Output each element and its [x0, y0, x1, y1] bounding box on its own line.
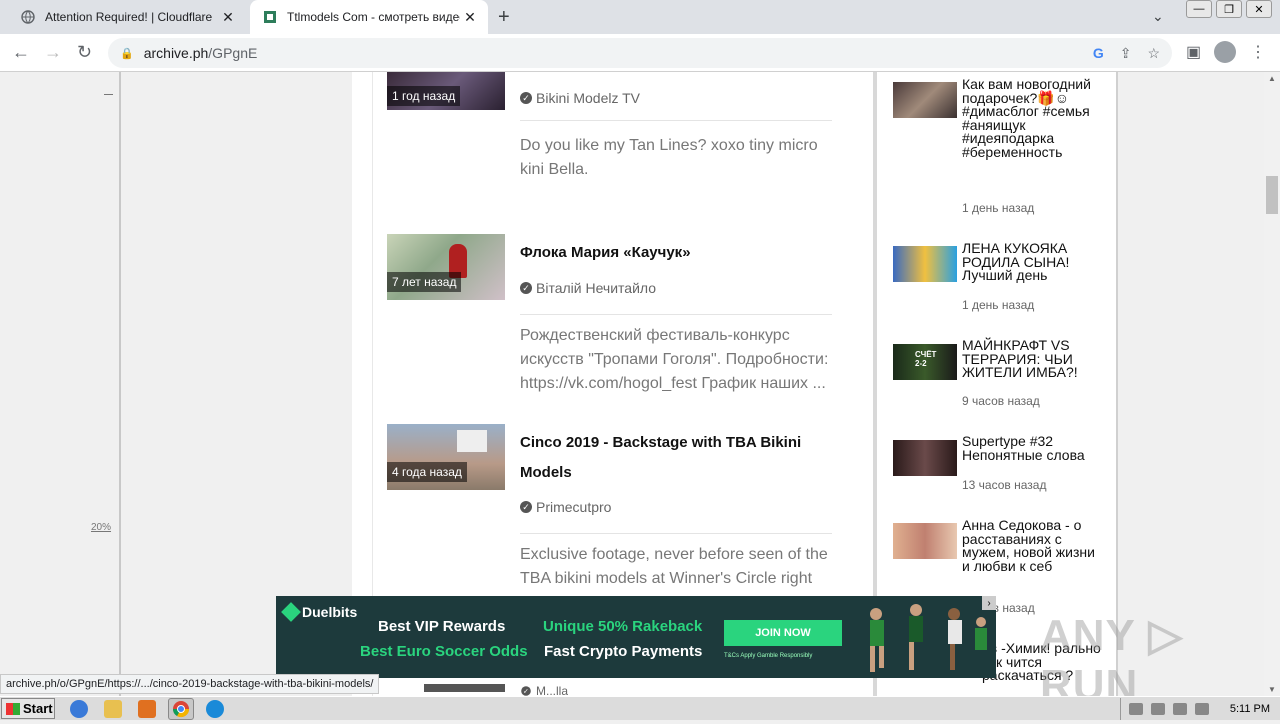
separator — [520, 533, 832, 534]
chevron-down-icon[interactable]: ⌄ — [1152, 8, 1164, 25]
video-thumbnail[interactable] — [424, 684, 505, 692]
volume-icon[interactable] — [1129, 703, 1143, 715]
video-channel[interactable]: ✓ M...lla — [520, 686, 568, 696]
sidebar-video-title[interactable]: Как вам новогодний подарочек?🎁☺ #димасбл… — [962, 77, 1102, 159]
ad-text: Best Euro Soccer Odds — [360, 643, 528, 660]
scrollbar-thumb[interactable] — [1266, 176, 1278, 214]
video-age: 7 лет назад — [387, 272, 462, 292]
windows-taskbar: Start 5:11 PM — [0, 696, 1280, 720]
start-button[interactable]: Start — [1, 698, 55, 719]
close-icon[interactable]: ✕ — [460, 9, 480, 26]
duelbits-logo: Duelbits — [281, 602, 357, 622]
players-illustration — [870, 604, 987, 672]
sidebar-thumbnail[interactable]: СЧЁТ 2-2 — [893, 344, 957, 380]
video-channel[interactable]: ✓ Bikini Modelz TV — [520, 90, 640, 106]
google-icon[interactable]: G — [1093, 45, 1104, 62]
forward-icon[interactable]: → — [44, 42, 62, 63]
verified-icon: ✓ — [520, 92, 532, 104]
network-icon[interactable] — [1151, 703, 1165, 715]
close-icon[interactable]: ✕ — [218, 9, 238, 26]
sidepanel-icon[interactable]: ▣ — [1186, 42, 1201, 62]
tab-cloudflare[interactable]: Attention Required! | Cloudflare ✕ — [8, 0, 246, 34]
menu-icon[interactable]: ⋮ — [1250, 42, 1266, 62]
share-icon[interactable]: ⇪ — [1120, 45, 1132, 62]
archive-percent-link[interactable]: 20% — [91, 522, 111, 533]
sidebar-thumbnail[interactable] — [893, 523, 957, 559]
verified-icon: ✓ — [520, 282, 532, 294]
video-thumbnail[interactable]: 4 года назад — [387, 424, 505, 490]
tab-title: Ttlmodels Com - смотреть видео он — [287, 10, 460, 24]
video-channel[interactable]: ✓ Віталій Нечитайло — [520, 280, 656, 296]
window-controls: — ❐ ✕ — [1186, 0, 1272, 18]
url-path: /GPgnE — [208, 45, 258, 61]
sidebar-video-title[interactable]: Supertype #32 Непонятные слова — [962, 434, 1102, 462]
clock[interactable]: 5:11 PM — [1230, 703, 1270, 715]
new-tab-button[interactable]: + — [498, 6, 510, 29]
ad-text: Unique 50% Rakeback — [543, 618, 703, 635]
ad-text: Best VIP Rewards — [378, 618, 506, 635]
url-host: archive.ph — [143, 45, 209, 61]
video-age: 1 год назад — [387, 86, 461, 106]
video-title[interactable]: Флока Мария «Каучук» — [520, 238, 830, 268]
scroll-up-icon[interactable]: ▲ — [1268, 74, 1276, 83]
separator — [520, 120, 832, 121]
sidebar-thumbnail[interactable] — [893, 246, 957, 282]
ad-fine-print: T&Cs Apply Gamble Responsibly — [724, 653, 813, 659]
sidebar-video-age: 9 часов назад — [962, 394, 1040, 408]
verified-icon: ✓ — [520, 501, 532, 513]
car-shape — [457, 430, 487, 452]
left-divider — [119, 72, 121, 696]
windows-logo-icon — [6, 702, 20, 715]
video-title[interactable]: Cinco 2019 - Backstage with TBA Bikini M… — [520, 428, 830, 488]
chrome-task-button[interactable] — [168, 698, 194, 720]
video-description: Exclusive footage, never before seen of … — [520, 546, 828, 587]
tab-title: Attention Required! | Cloudflare — [45, 10, 213, 24]
edge-icon[interactable] — [206, 700, 224, 718]
sidebar-thumbnail[interactable] — [893, 440, 957, 476]
left-dash — [104, 94, 113, 95]
video-description: Рождественский фестиваль-конкурс искусст… — [520, 327, 829, 392]
sidebar-thumbnail[interactable] — [893, 82, 957, 118]
minimize-button[interactable]: — — [1186, 0, 1212, 18]
separator — [520, 314, 832, 315]
video-description: Do you like my Tan Lines? xoxo tiny micr… — [520, 137, 818, 178]
status-bar-url: archive.ph/o/GPgnE/https://.../cinco-201… — [0, 674, 380, 694]
page-icon — [262, 9, 278, 25]
sidebar-video-title[interactable]: МАЙНКРАФТ VS ТЕРРАРИЯ: ЧЬИ ЖИТЕЛИ ИМБА?! — [962, 338, 1102, 380]
tab-strip: Attention Required! | Cloudflare ✕ Ttlmo… — [0, 0, 1280, 34]
join-now-button[interactable]: JOIN NOW — [724, 620, 842, 646]
close-window-button[interactable]: ✕ — [1246, 0, 1272, 18]
ad-close-icon[interactable]: › — [982, 596, 996, 610]
lock-icon: 🔒 — [120, 47, 134, 60]
flag-icon[interactable] — [1195, 703, 1209, 715]
verified-icon: ✓ — [521, 686, 531, 696]
ad-text: Fast Crypto Payments — [544, 643, 703, 660]
sidebar-video-title[interactable]: Анна Седокова - о расставаниях с мужем, … — [962, 518, 1102, 573]
star-icon[interactable]: ☆ — [1147, 45, 1160, 62]
video-thumbnail[interactable]: 1 год назад — [387, 72, 505, 110]
ad-banner[interactable]: Duelbits Best VIP Rewards Unique 50% Rak… — [276, 596, 996, 678]
reload-icon[interactable]: ↻ — [77, 42, 92, 63]
sidebar-video-title[interactable]: ЛЕНА КУКОЯКА РОДИЛА СЫНА! Лучший день — [962, 241, 1102, 283]
video-channel[interactable]: ✓ Primecutpro — [520, 499, 611, 515]
video-age: 4 года назад — [387, 462, 467, 482]
sidebar-video-age: 1 день назад — [962, 201, 1035, 215]
sidebar-video-age: 1 день назад — [962, 298, 1035, 312]
thumb-text: СЧЁТ 2-2 — [915, 350, 937, 368]
security-icon[interactable] — [1173, 703, 1187, 715]
sidebar-video-age: 13 часов назад — [962, 478, 1047, 492]
address-bar[interactable]: 🔒 archive.ph/GPgnE G ⇪ ☆ — [108, 38, 1172, 68]
media-player-icon[interactable] — [138, 700, 156, 718]
video-thumbnail[interactable]: 7 лет назад — [387, 234, 505, 300]
tab-ttlmodels[interactable]: Ttlmodels Com - смотреть видео он ✕ — [250, 0, 488, 34]
back-icon[interactable]: ← — [12, 42, 30, 63]
page-scrollbar[interactable]: ▲ ▼ — [1264, 72, 1280, 696]
system-tray: 5:11 PM — [1120, 698, 1280, 720]
globe-icon — [20, 9, 36, 25]
maximize-button[interactable]: ❐ — [1216, 0, 1242, 18]
ie-icon[interactable] — [70, 700, 88, 718]
folder-icon[interactable] — [104, 700, 122, 718]
browser-toolbar: ← → ↻ 🔒 archive.ph/GPgnE G ⇪ ☆ ▣ ⋮ — [0, 34, 1280, 72]
avatar[interactable] — [1214, 41, 1236, 63]
